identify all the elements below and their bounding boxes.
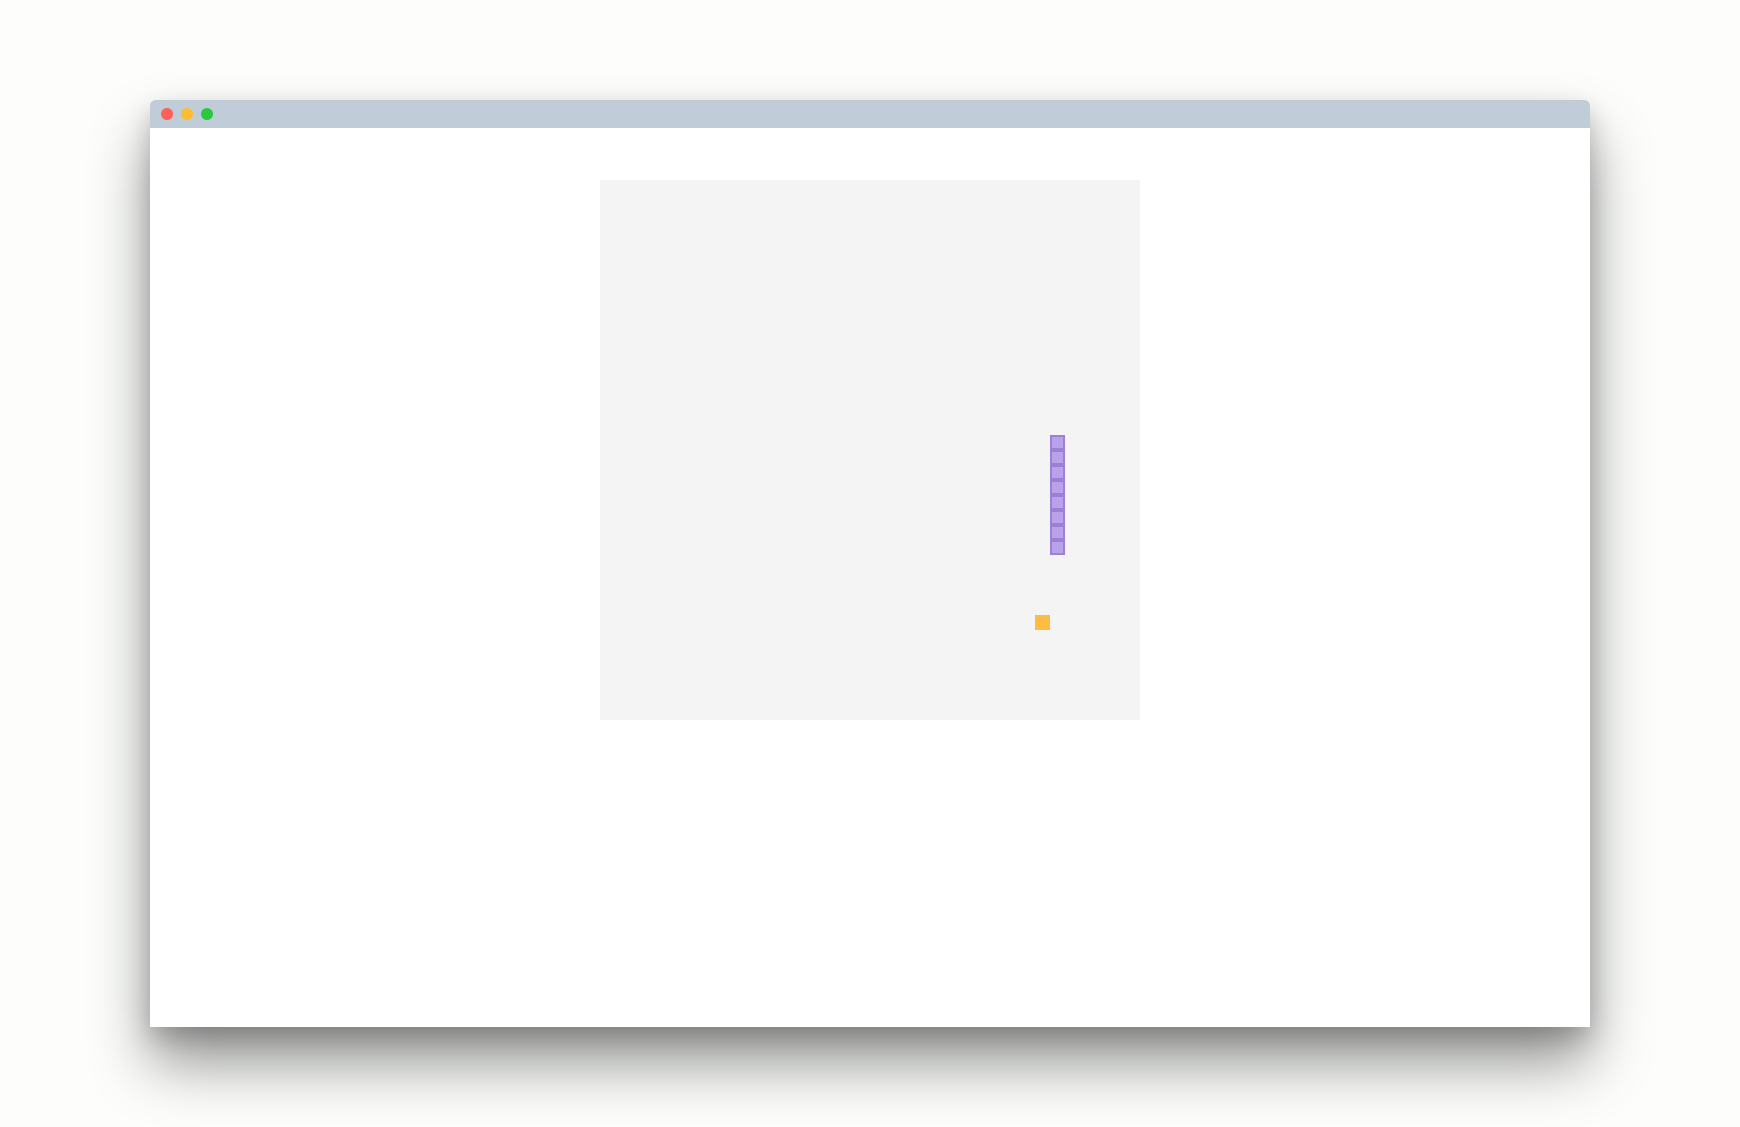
title-bar	[150, 100, 1590, 128]
snake-segment	[1050, 450, 1065, 465]
snake-segment	[1050, 480, 1065, 495]
snake-segment	[1050, 525, 1065, 540]
page-content	[150, 128, 1590, 1027]
game-board[interactable]	[600, 180, 1140, 720]
snake-segment	[1050, 540, 1065, 555]
snake-head	[1050, 435, 1065, 450]
snake-segment	[1050, 495, 1065, 510]
snake-segment	[1050, 465, 1065, 480]
snake-segment	[1050, 510, 1065, 525]
minimize-window-button[interactable]	[181, 108, 193, 120]
food-pellet	[1035, 615, 1050, 630]
maximize-window-button[interactable]	[201, 108, 213, 120]
close-window-button[interactable]	[161, 108, 173, 120]
browser-window	[150, 100, 1590, 1027]
